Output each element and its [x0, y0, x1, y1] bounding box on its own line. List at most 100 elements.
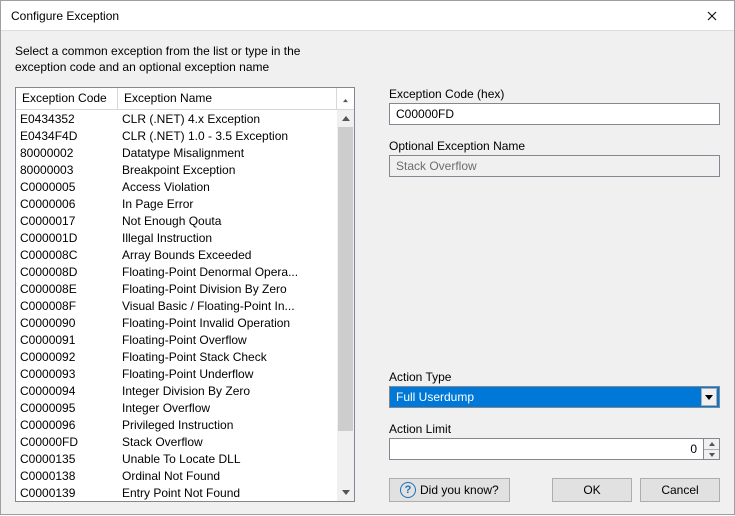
cell-name: Datatype Misalignment	[118, 146, 337, 160]
action-limit-input[interactable]	[389, 438, 703, 460]
action-type-dropdown[interactable]: Full Userdump	[389, 386, 720, 408]
exception-code-input[interactable]	[389, 103, 720, 125]
chevron-down-icon	[709, 453, 715, 457]
table-row[interactable]: E0434F4DCLR (.NET) 1.0 - 3.5 Exception	[16, 127, 337, 144]
form-panel: Exception Code (hex) Optional Exception …	[389, 87, 720, 502]
table-row[interactable]: C0000006In Page Error	[16, 195, 337, 212]
spinner-down-button[interactable]	[704, 450, 719, 460]
list-header: Exception Code Exception Name	[16, 88, 354, 110]
exception-name-label: Optional Exception Name	[389, 139, 720, 153]
did-you-know-label: Did you know?	[420, 483, 499, 497]
button-row: ? Did you know? OK Cancel	[389, 478, 720, 502]
chevron-down-icon	[705, 395, 713, 400]
table-row[interactable]: 80000002Datatype Misalignment	[16, 144, 337, 161]
cell-code: C0000135	[16, 452, 118, 466]
table-row[interactable]: C0000135Unable To Locate DLL	[16, 450, 337, 467]
chevron-up-icon	[343, 98, 348, 103]
table-row[interactable]: C000008EFloating-Point Division By Zero	[16, 280, 337, 297]
close-icon	[707, 11, 717, 21]
spinner-buttons	[703, 438, 720, 460]
scroll-thumb[interactable]	[338, 127, 353, 430]
cell-name: Floating-Point Division By Zero	[118, 282, 337, 296]
table-row[interactable]: C0000005Access Violation	[16, 178, 337, 195]
cell-code: C0000091	[16, 333, 118, 347]
chevron-up-icon	[342, 116, 350, 121]
question-icon: ?	[400, 482, 416, 498]
cell-code: C0000093	[16, 367, 118, 381]
table-row[interactable]: C0000091Floating-Point Overflow	[16, 331, 337, 348]
cell-name: In Page Error	[118, 197, 337, 211]
cell-name: Entry Point Not Found	[118, 486, 337, 500]
action-limit-label: Action Limit	[389, 422, 720, 436]
exception-name-input[interactable]	[389, 155, 720, 177]
table-row[interactable]: C0000095Integer Overflow	[16, 399, 337, 416]
cell-code: C0000017	[16, 214, 118, 228]
scroll-up-button[interactable]	[337, 110, 354, 127]
cell-code: C0000095	[16, 401, 118, 415]
table-row[interactable]: C000008DFloating-Point Denormal Opera...	[16, 263, 337, 280]
table-row[interactable]: C000008CArray Bounds Exceeded	[16, 246, 337, 263]
cell-name: Integer Overflow	[118, 401, 337, 415]
close-button[interactable]	[689, 1, 734, 30]
table-row[interactable]: C0000138Ordinal Not Found	[16, 467, 337, 484]
table-row[interactable]: C0000139Entry Point Not Found	[16, 484, 337, 501]
cell-code: C0000005	[16, 180, 118, 194]
did-you-know-button[interactable]: ? Did you know?	[389, 478, 510, 502]
cell-name: Visual Basic / Floating-Point In...	[118, 299, 337, 313]
header-exception-code[interactable]: Exception Code	[16, 88, 118, 109]
table-row[interactable]: C0000090Floating-Point Invalid Operation	[16, 314, 337, 331]
list-body[interactable]: E0434352CLR (.NET) 4.x ExceptionE0434F4D…	[16, 110, 337, 501]
cell-name: Array Bounds Exceeded	[118, 248, 337, 262]
exception-listbox[interactable]: Exception Code Exception Name E0434352CL…	[15, 87, 355, 502]
cell-code: C000008F	[16, 299, 118, 313]
exception-list-panel: Exception Code Exception Name E0434352CL…	[15, 87, 355, 502]
cell-name: CLR (.NET) 4.x Exception	[118, 112, 337, 126]
cell-name: Floating-Point Overflow	[118, 333, 337, 347]
table-row[interactable]: C0000096Privileged Instruction	[16, 416, 337, 433]
list-body-wrap: E0434352CLR (.NET) 4.x ExceptionE0434F4D…	[16, 110, 354, 501]
cell-code: C0000092	[16, 350, 118, 364]
spinner-up-button[interactable]	[704, 439, 719, 450]
chevron-down-icon	[342, 490, 350, 495]
cell-code: C0000090	[16, 316, 118, 330]
table-row[interactable]: C000001DIllegal Instruction	[16, 229, 337, 246]
table-row[interactable]: C0000017Not Enough Qouta	[16, 212, 337, 229]
cell-name: Floating-Point Stack Check	[118, 350, 337, 364]
ok-button[interactable]: OK	[552, 478, 632, 502]
cancel-button[interactable]: Cancel	[640, 478, 720, 502]
table-row[interactable]: C00000FDStack Overflow	[16, 433, 337, 450]
client-area: Select a common exception from the list …	[1, 31, 734, 516]
action-limit-spinner[interactable]	[389, 438, 720, 460]
titlebar: Configure Exception	[1, 1, 734, 31]
cell-code: C000008D	[16, 265, 118, 279]
header-exception-name[interactable]: Exception Name	[118, 88, 337, 109]
cell-name: Not Enough Qouta	[118, 214, 337, 228]
cell-code: C000001D	[16, 231, 118, 245]
columns: Exception Code Exception Name E0434352CL…	[15, 87, 720, 502]
scroll-down-button[interactable]	[337, 484, 354, 501]
table-row[interactable]: 80000003Breakpoint Exception	[16, 161, 337, 178]
cell-code: C000008C	[16, 248, 118, 262]
cell-name: Illegal Instruction	[118, 231, 337, 245]
cell-name: Stack Overflow	[118, 435, 337, 449]
table-row[interactable]: C0000092Floating-Point Stack Check	[16, 348, 337, 365]
table-row[interactable]: C0000094Integer Division By Zero	[16, 382, 337, 399]
table-row[interactable]: E0434352CLR (.NET) 4.x Exception	[16, 110, 337, 127]
cell-name: Floating-Point Denormal Opera...	[118, 265, 337, 279]
dropdown-arrow	[701, 388, 717, 406]
cell-name: CLR (.NET) 1.0 - 3.5 Exception	[118, 129, 337, 143]
cell-name: Access Violation	[118, 180, 337, 194]
cell-name: Ordinal Not Found	[118, 469, 337, 483]
table-row[interactable]: C000008FVisual Basic / Floating-Point In…	[16, 297, 337, 314]
header-scroll-gap	[337, 88, 354, 109]
vertical-scrollbar[interactable]	[337, 110, 354, 501]
exception-code-label: Exception Code (hex)	[389, 87, 720, 101]
cell-name: Integer Division By Zero	[118, 384, 337, 398]
instructions-text: Select a common exception from the list …	[15, 43, 325, 75]
cell-name: Floating-Point Underflow	[118, 367, 337, 381]
cell-name: Breakpoint Exception	[118, 163, 337, 177]
scroll-track[interactable]	[337, 127, 354, 484]
cell-code: C0000006	[16, 197, 118, 211]
table-row[interactable]: C0000093Floating-Point Underflow	[16, 365, 337, 382]
cell-code: C000008E	[16, 282, 118, 296]
